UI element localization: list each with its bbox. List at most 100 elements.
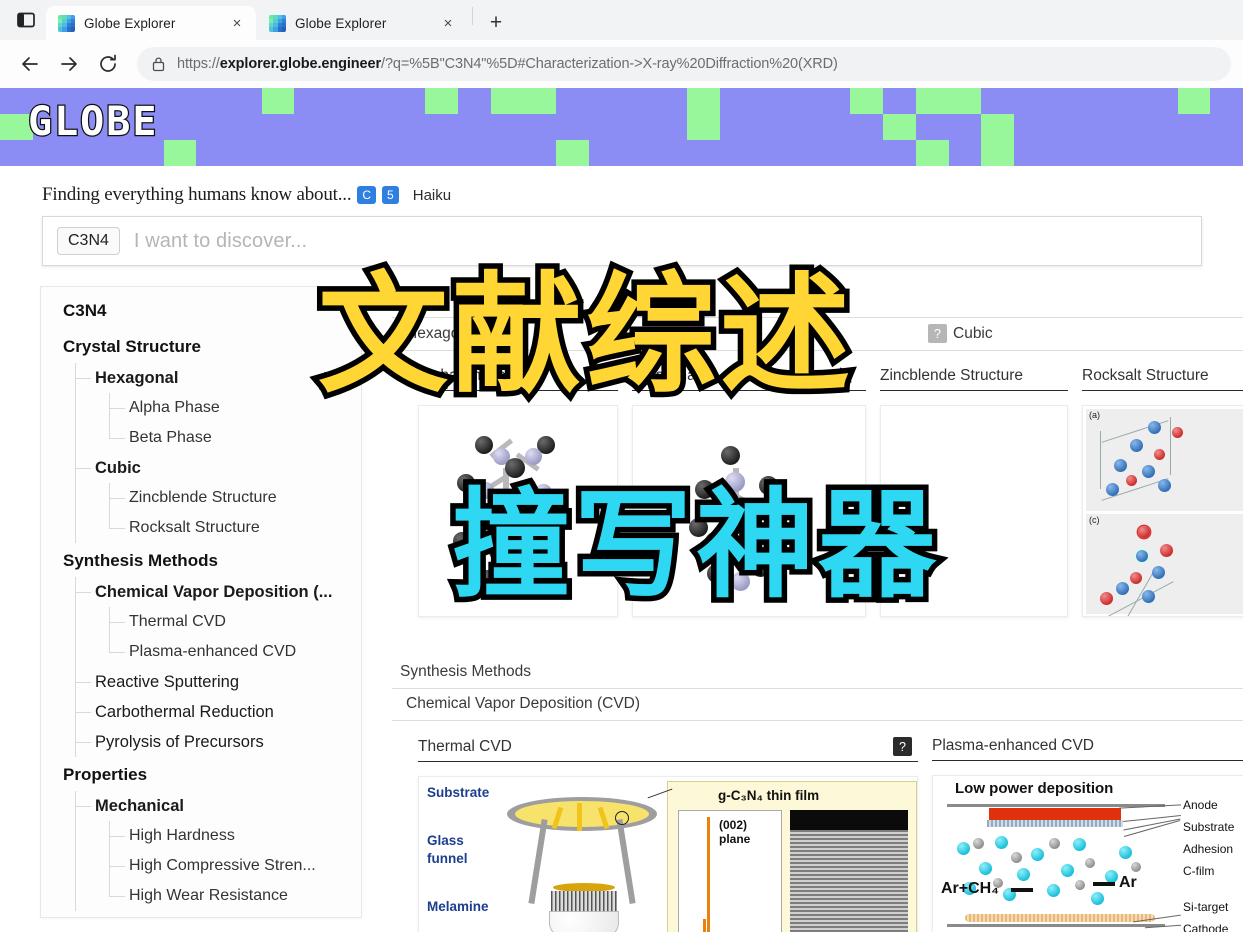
blank-figure xyxy=(880,405,1068,617)
card-title: Zincblende Structure xyxy=(880,367,1068,391)
sidebar-tree[interactable]: C3N4 Crystal Structure Hexagonal Alpha P… xyxy=(40,286,362,918)
url-text: https://explorer.globe.engineer/?q=%5B"C… xyxy=(177,56,838,72)
section-synthesis-methods: Synthesis Methods Chemical Vapor Deposit… xyxy=(392,657,1243,932)
card-thermal-cvd[interactable]: Thermal CVD ? Substrate Glass funnel Mel… xyxy=(418,737,918,932)
lock-icon xyxy=(151,56,166,72)
panel-tag: (a) xyxy=(1089,410,1100,420)
sidebar-item-zincblende-structure[interactable]: Zincblende Structure xyxy=(63,483,349,513)
sidebar-item-hexagonal[interactable]: Hexagonal xyxy=(63,363,349,393)
card-title: Alpha Phase xyxy=(418,367,618,391)
card-title: Beta Phase xyxy=(632,367,866,391)
card-title: Rocksalt Structure xyxy=(1082,367,1243,391)
panel-tag: (c) xyxy=(1089,515,1100,525)
sidebar-item-beta-phase[interactable]: Beta Phase xyxy=(63,423,349,453)
sidebar-item-pyrolysis-of-precursors[interactable]: Pyrolysis of Precursors xyxy=(63,727,349,757)
badge-left: C xyxy=(357,185,377,205)
subsection-cvd[interactable]: Chemical Vapor Deposition (CVD) xyxy=(406,695,640,713)
sidebar-section-synthesis-methods[interactable]: Synthesis Methods xyxy=(63,551,349,571)
subsection-header-row: Hexagonal ? Cubic xyxy=(392,318,1243,351)
figure-label-c-film: C-film xyxy=(1183,864,1215,878)
new-tab-button[interactable]: + xyxy=(481,7,511,37)
forward-arrow-icon[interactable] xyxy=(51,46,87,82)
section-header[interactable]: Crystal Structure xyxy=(392,286,1243,318)
sidebar-item-alpha-phase[interactable]: Alpha Phase xyxy=(63,393,349,423)
sidebar-section-properties[interactable]: Properties xyxy=(63,765,349,785)
query-chip[interactable]: C3N4 xyxy=(57,227,120,255)
crystal-cell-panels: (a) (c) xyxy=(1082,405,1243,617)
figure-label-funnel: funnel xyxy=(427,851,468,866)
tab-list-icon[interactable] xyxy=(6,0,46,40)
tab-title: Globe Explorer xyxy=(295,15,387,31)
sidebar-group-synthesis-methods: Chemical Vapor Deposition (... Thermal C… xyxy=(63,577,349,757)
sidebar-item-mechanical[interactable]: Mechanical xyxy=(63,791,349,821)
sidebar-item-plasma-enhanced-cvd[interactable]: Plasma-enhanced CVD xyxy=(63,637,349,667)
sidebar-item-reactive-sputtering[interactable]: Reactive Sputtering xyxy=(63,667,349,697)
search-bar[interactable]: C3N4 I want to discover... xyxy=(42,216,1202,266)
sidebar-item-high-wear-resistance[interactable]: High Wear Resistance xyxy=(63,881,349,911)
sidebar-section-crystal-structure[interactable]: Crystal Structure xyxy=(63,337,349,357)
section-header[interactable]: Synthesis Methods xyxy=(392,657,1243,689)
card-alpha-phase[interactable]: Alpha Phase xyxy=(418,367,618,617)
card-title: Plasma-enhanced CVD xyxy=(932,737,1243,761)
sidebar-item-chemical-vapor-deposition[interactable]: Chemical Vapor Deposition (... xyxy=(63,577,349,607)
browser-window: Globe Explorer × Globe Explorer × + http… xyxy=(0,0,1243,932)
help-icon[interactable]: ? xyxy=(928,324,947,343)
model-name[interactable]: Haiku xyxy=(413,187,451,204)
panel-a: (a) xyxy=(1086,409,1243,511)
figure-label-cathode: Cathode xyxy=(1183,922,1229,932)
search-area: Finding everything humans know about... … xyxy=(0,166,1243,266)
crystal-card-row: Alpha Phase Beta Phase Zincblende Struct… xyxy=(392,351,1243,617)
figure-label-glass-funnel: Glass xyxy=(427,833,464,848)
subsection-cubic[interactable]: Cubic xyxy=(953,325,1243,343)
sidebar-item-high-hardness[interactable]: High Hardness xyxy=(63,821,349,851)
page-body: C3N4 Crystal Structure Hexagonal Alpha P… xyxy=(0,266,1243,932)
card-rocksalt-structure[interactable]: Rocksalt Structure (a) (c) xyxy=(1082,367,1243,617)
subsection-hexagonal[interactable]: Hexagonal xyxy=(406,325,480,343)
thermal-cvd-diagram: Substrate Glass funnel Melamine g-C₃N₄ t… xyxy=(418,776,918,932)
subsection-header: Chemical Vapor Deposition (CVD) xyxy=(392,689,1243,721)
panel-c: (c) xyxy=(1086,514,1243,616)
card-title: Thermal CVD ? xyxy=(418,737,918,762)
figure-label-substrate: Substrate xyxy=(1183,820,1235,834)
close-icon[interactable]: × xyxy=(226,12,248,34)
figure-label-si-target: Si-target xyxy=(1183,900,1229,914)
pixel-pattern xyxy=(0,88,1243,166)
back-arrow-icon[interactable] xyxy=(12,46,48,82)
sidebar-group-crystal-structure: Hexagonal Alpha Phase Beta Phase Cubic Z… xyxy=(63,363,349,543)
figure-gas-in: Ar+CH₄ xyxy=(941,880,999,897)
figure-panel-title: g-C₃N₄ thin film xyxy=(718,788,820,803)
reload-icon[interactable] xyxy=(90,46,126,82)
card-beta-phase[interactable]: Beta Phase xyxy=(632,367,866,617)
divider xyxy=(472,7,473,25)
card-zincblende-structure[interactable]: Zincblende Structure xyxy=(880,367,1068,617)
pecvd-diagram: Low power deposition Ar+CH₄ Ar Anode Sub… xyxy=(932,775,1243,932)
card-plasma-enhanced-cvd[interactable]: Plasma-enhanced CVD Low power deposition xyxy=(932,737,1243,932)
tab-title: Globe Explorer xyxy=(84,15,176,31)
section-crystal-structure: Crystal Structure Hexagonal ? Cubic Alph… xyxy=(392,286,1243,617)
tagline-text: Finding everything humans know about... xyxy=(42,184,352,205)
address-bar[interactable]: https://explorer.globe.engineer/?q=%5B"C… xyxy=(137,47,1231,81)
figure-title: Low power deposition xyxy=(955,780,1114,797)
main-content: Crystal Structure Hexagonal ? Cubic Alph… xyxy=(392,286,1243,932)
sidebar-group-properties: Mechanical High Hardness High Compressiv… xyxy=(63,791,349,911)
browser-tab-2[interactable]: Globe Explorer × xyxy=(257,6,467,40)
figure-label-substrate: Substrate xyxy=(427,785,490,800)
globe-logo[interactable]: GLOBE xyxy=(27,101,158,144)
page-content: GLOBE Finding everything humans know abo… xyxy=(0,88,1243,932)
sidebar-item-high-compressive-strength[interactable]: High Compressive Stren... xyxy=(63,851,349,881)
figure-gas-out: Ar xyxy=(1119,874,1137,891)
figure-label-adhesion: Adhesion xyxy=(1183,842,1234,856)
sidebar-item-thermal-cvd[interactable]: Thermal CVD xyxy=(63,607,349,637)
search-input[interactable]: I want to discover... xyxy=(134,230,307,253)
close-icon[interactable]: × xyxy=(437,12,459,34)
sidebar-item-rocksalt-structure[interactable]: Rocksalt Structure xyxy=(63,513,349,543)
globe-pixel-icon xyxy=(269,14,286,32)
figure-label-melamine: Melamine xyxy=(427,899,489,914)
sidebar-root[interactable]: C3N4 xyxy=(63,301,349,321)
browser-tab-1[interactable]: Globe Explorer × xyxy=(46,6,256,40)
site-banner: GLOBE xyxy=(0,88,1243,166)
help-icon[interactable]: ? xyxy=(893,737,912,756)
sidebar-item-cubic[interactable]: Cubic xyxy=(63,453,349,483)
sidebar-item-carbothermal-reduction[interactable]: Carbothermal Reduction xyxy=(63,697,349,727)
ball-stick-alpha xyxy=(418,405,618,617)
